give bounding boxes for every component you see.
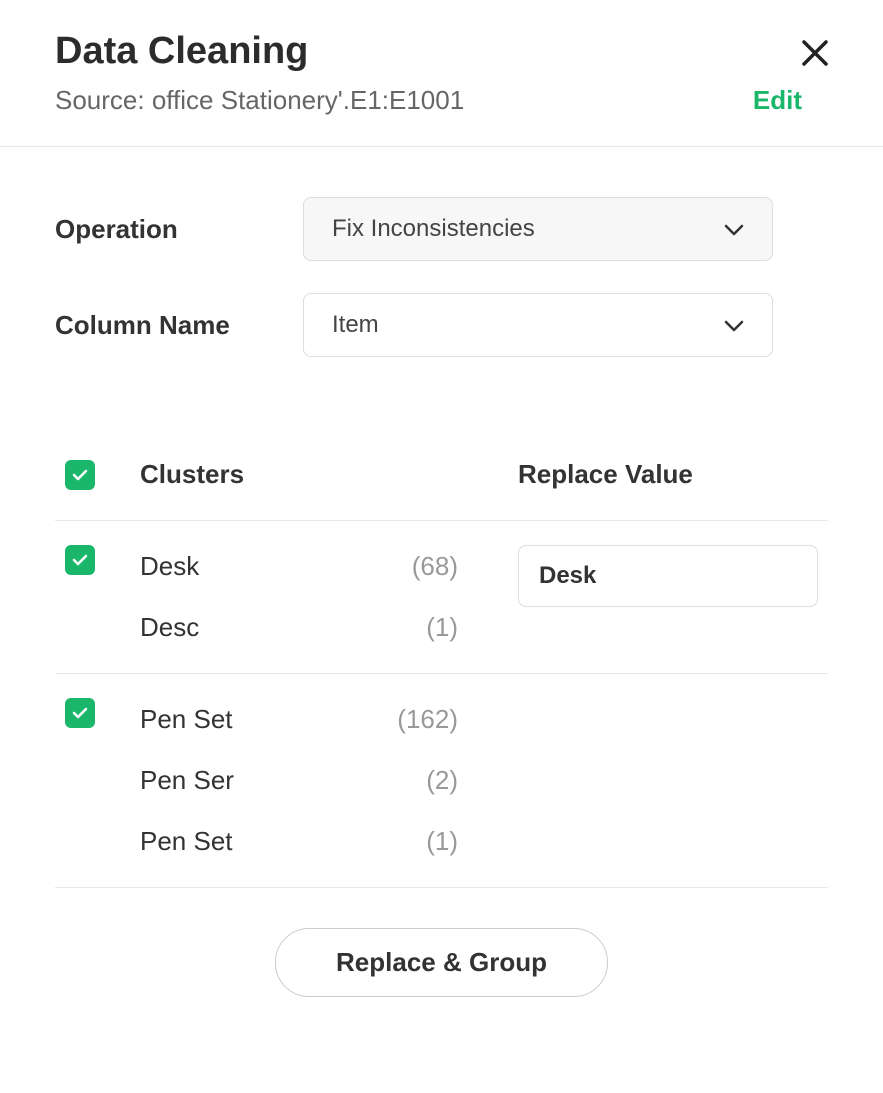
cluster-item-name: Desc [140, 612, 199, 643]
column-name-row: Column Name Item [55, 293, 828, 357]
edit-link[interactable]: Edit [753, 85, 802, 116]
cluster-item: Desc (1) [140, 606, 518, 649]
cluster-group: Pen Set (162) Pen Ser (2) Pen Set (1) [55, 673, 828, 888]
cluster-item-name: Pen Set [140, 826, 233, 857]
clusters-column-header: Clusters [140, 459, 518, 490]
table-header-row: Clusters Replace Value [55, 439, 828, 520]
form-section: Operation Fix Inconsistencies Column Nam… [0, 147, 883, 419]
column-name-select[interactable]: Item [303, 293, 773, 357]
replace-value-column-header: Replace Value [518, 459, 818, 490]
cluster-item-count: (2) [426, 765, 518, 796]
data-cleaning-dialog: Data Cleaning Source: office Stationery'… [0, 0, 883, 1057]
cluster-item-count: (1) [426, 826, 518, 857]
chevron-down-icon [724, 311, 744, 339]
cluster-item-name: Pen Ser [140, 765, 234, 796]
replace-value-input[interactable] [518, 545, 818, 607]
cluster-checkbox[interactable] [65, 698, 95, 728]
column-name-label: Column Name [55, 310, 303, 341]
select-all-checkbox[interactable] [65, 460, 95, 490]
chevron-down-icon [724, 215, 744, 243]
cluster-item-name: Pen Set [140, 704, 233, 735]
cluster-group: Desk (68) Desc (1) [55, 520, 828, 673]
cluster-list: Desk (68) Desc (1) [140, 545, 518, 649]
cluster-item-name: Desk [140, 551, 199, 582]
operation-row: Operation Fix Inconsistencies [55, 197, 828, 261]
dialog-header: Data Cleaning Source: office Stationery'… [0, 0, 883, 146]
replace-and-group-button[interactable]: Replace & Group [275, 928, 608, 997]
cluster-item: Desk (68) [140, 545, 518, 588]
clusters-table: Clusters Replace Value [0, 419, 883, 520]
source-row: Source: office Stationery'.E1:E1001 Edit [55, 85, 802, 116]
cluster-item: Pen Ser (2) [140, 759, 518, 802]
cluster-item-count: (68) [412, 551, 518, 582]
cluster-list: Pen Set (162) Pen Ser (2) Pen Set (1) [140, 698, 518, 863]
operation-label: Operation [55, 214, 303, 245]
dialog-footer: Replace & Group [0, 888, 883, 1057]
operation-select-value: Fix Inconsistencies [332, 215, 535, 243]
operation-select[interactable]: Fix Inconsistencies [303, 197, 773, 261]
cluster-checkbox[interactable] [65, 545, 95, 575]
replace-value-cell [518, 545, 818, 607]
cluster-item-count: (162) [397, 704, 518, 735]
header-left: Data Cleaning Source: office Stationery'… [55, 30, 802, 116]
cluster-item: Pen Set (1) [140, 820, 518, 863]
source-text: Source: office Stationery'.E1:E1001 [55, 85, 464, 116]
dialog-title: Data Cleaning [55, 30, 802, 73]
cluster-item-count: (1) [426, 612, 518, 643]
cluster-item: Pen Set (162) [140, 698, 518, 741]
close-icon[interactable] [802, 30, 828, 72]
column-name-select-value: Item [332, 311, 379, 339]
